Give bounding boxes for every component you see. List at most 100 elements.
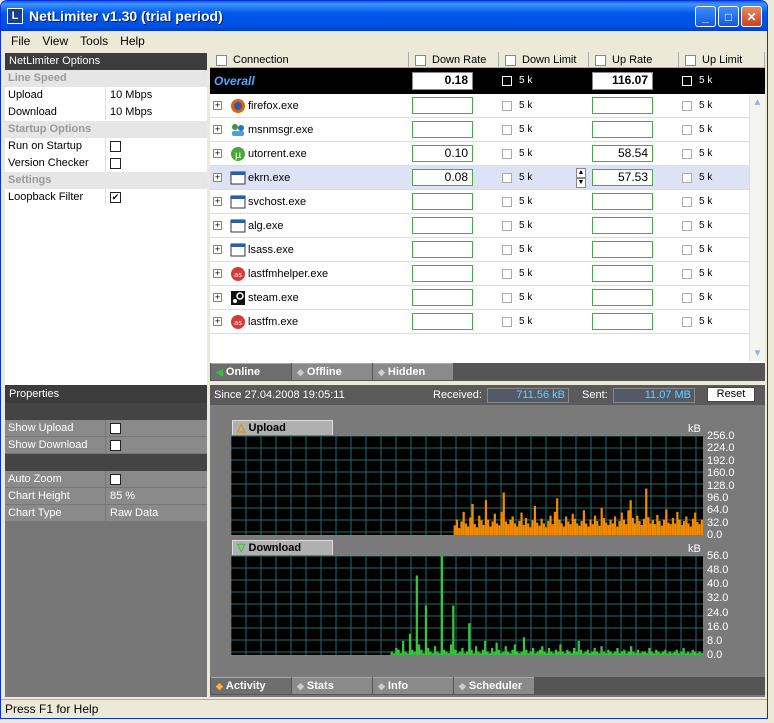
up-limit-value[interactable]: 5 k [699, 124, 712, 135]
down-limit-checkbox[interactable] [502, 124, 512, 135]
expand-icon[interactable]: + [213, 197, 222, 206]
connection-row[interactable]: + msnmsgr.exe 5 k 5 k [210, 118, 765, 142]
prop-chart-type[interactable]: Chart Type Raw Data [5, 505, 207, 522]
down-limit-checkbox[interactable] [502, 100, 512, 111]
scroll-up-icon[interactable]: ▲ [750, 95, 765, 110]
col-connection[interactable]: Connection [210, 52, 409, 68]
auto-zoom-checkbox[interactable]: ✔ [110, 473, 121, 485]
option-value[interactable]: 10 Mbps [106, 87, 207, 103]
down-limit-checkbox[interactable] [502, 148, 512, 159]
up-rate-field[interactable] [592, 313, 653, 330]
up-limit-checkbox[interactable] [682, 196, 692, 207]
spin-down-icon[interactable]: ▼ [576, 177, 586, 188]
up-limit-value[interactable]: 5 k [699, 292, 712, 303]
connection-row[interactable]: + alg.exe 5 k 5 k [210, 214, 765, 238]
overall-row[interactable]: Overall 0.18 5 k 116.07 5 k [210, 68, 765, 94]
down-rate-field[interactable]: 0.10 [412, 145, 473, 162]
down-limit-value[interactable]: 5 k [519, 148, 532, 159]
tab-hidden[interactable]: ◆ Hidden [373, 363, 453, 380]
expand-icon[interactable]: + [213, 173, 222, 182]
tab-info[interactable]: ◆ Info [373, 677, 453, 694]
prop-show-download[interactable]: Show Download ✔ [5, 437, 207, 454]
up-limit-checkbox[interactable] [682, 172, 692, 183]
tab-activity[interactable]: ◆ Activity [211, 677, 291, 694]
down-rate-field[interactable] [412, 289, 473, 306]
tab-offline[interactable]: ◆ Offline [292, 363, 372, 380]
scroll-down-icon[interactable]: ▼ [750, 346, 765, 361]
close-button[interactable]: ✕ [741, 6, 762, 27]
down-rate-field[interactable] [412, 193, 473, 210]
expand-icon[interactable]: + [213, 269, 222, 278]
spin-up-icon[interactable]: ▲ [576, 167, 586, 178]
down-limit-checkbox[interactable] [502, 268, 512, 279]
up-limit-value[interactable]: 5 k [699, 220, 712, 231]
overall-up-limit-checkbox[interactable] [682, 75, 692, 86]
up-rate-field[interactable] [592, 265, 653, 282]
connection-row[interactable]: + as lastfm.exe 5 k 5 k [210, 310, 765, 334]
connection-row[interactable]: + steam.exe 5 k 5 k [210, 286, 765, 310]
down-limit-value[interactable]: 5 k [519, 124, 532, 135]
up-limit-checkbox[interactable] [682, 268, 692, 279]
tab-stats[interactable]: ◆ Stats [292, 677, 372, 694]
up-limit-value[interactable]: 5 k [699, 100, 712, 111]
down-limit-value[interactable]: 5 k [519, 100, 532, 111]
down-limit-value[interactable]: 5 k [519, 268, 532, 279]
down-limit-value[interactable]: 5 k [519, 244, 532, 255]
option-run-on-startup[interactable]: Run on Startup [5, 138, 207, 155]
down-rate-field[interactable] [412, 97, 473, 114]
col-down-limit[interactable]: Down Limit [499, 52, 589, 68]
up-limit-checkbox[interactable] [682, 220, 692, 231]
down-rate-field[interactable]: 0.08 [412, 169, 473, 186]
menu-help[interactable]: Help [114, 34, 151, 48]
up-limit-value[interactable]: 5 k [699, 244, 712, 255]
down-rate-field[interactable] [412, 265, 473, 282]
overall-down-limit-checkbox[interactable] [502, 75, 512, 86]
down-limit-checkbox[interactable] [502, 244, 512, 255]
col-up-rate[interactable]: Up Rate [589, 52, 679, 68]
up-limit-value[interactable]: 5 k [699, 316, 712, 327]
down-limit-checkbox[interactable] [502, 316, 512, 327]
connection-row[interactable]: + µ utorrent.exe 0.10 5 k 58.54 5 k [210, 142, 765, 166]
up-rate-field[interactable] [592, 193, 653, 210]
up-rate-field[interactable] [592, 289, 653, 306]
up-rate-field[interactable] [592, 217, 653, 234]
down-limit-checkbox[interactable] [502, 220, 512, 231]
connection-row[interactable]: + ekrn.exe 0.08 5 k ▲ ▼ 57.53 5 k [210, 166, 765, 190]
loopback-filter-checkbox[interactable]: ✔ [110, 191, 121, 203]
down-rate-field[interactable] [412, 313, 473, 330]
up-limit-value[interactable]: 5 k [699, 268, 712, 279]
up-limit-value[interactable]: 5 k [699, 172, 712, 183]
down-limit-value[interactable]: 5 k [519, 292, 532, 303]
connection-row[interactable]: + lsass.exe 5 k 5 k [210, 238, 765, 262]
expand-icon[interactable]: + [213, 221, 222, 230]
down-rate-field[interactable] [412, 241, 473, 258]
download-chart-tab[interactable]: ▽ Download [232, 540, 333, 555]
option-upload-speed[interactable]: Upload 10 Mbps [5, 87, 207, 104]
up-rate-field[interactable] [592, 121, 653, 138]
down-limit-value[interactable]: 5 k [519, 316, 532, 327]
prop-chart-height[interactable]: Chart Height 85 % [5, 488, 207, 505]
down-limit-value[interactable]: 5 k [519, 196, 532, 207]
down-rate-field[interactable] [412, 217, 473, 234]
prop-show-upload[interactable]: Show Upload ✔ [5, 420, 207, 437]
expand-icon[interactable]: + [213, 293, 222, 302]
upload-chart-tab[interactable]: △ Upload [232, 420, 333, 435]
expand-icon[interactable]: + [213, 245, 222, 254]
run-on-startup-checkbox[interactable] [110, 140, 121, 152]
up-rate-field[interactable] [592, 241, 653, 258]
maximize-button[interactable]: □ [718, 6, 739, 27]
down-limit-value[interactable]: 5 k [519, 220, 532, 231]
option-version-checker[interactable]: Version Checker [5, 155, 207, 172]
tab-scheduler[interactable]: ◆ Scheduler [454, 677, 534, 694]
up-rate-field[interactable]: 57.53 [592, 169, 653, 186]
reset-button[interactable]: Reset [707, 387, 755, 402]
grid-scrollbar[interactable]: ▲ ▼ [749, 95, 765, 361]
show-download-checkbox[interactable]: ✔ [110, 439, 121, 451]
down-rate-field[interactable] [412, 121, 473, 138]
show-upload-checkbox[interactable]: ✔ [110, 422, 121, 434]
option-download-speed[interactable]: Download 10 Mbps [5, 104, 207, 121]
menu-view[interactable]: View [36, 34, 74, 48]
up-rate-field[interactable] [592, 97, 653, 114]
menu-tools[interactable]: Tools [74, 34, 114, 48]
down-limit-checkbox[interactable] [502, 292, 512, 303]
